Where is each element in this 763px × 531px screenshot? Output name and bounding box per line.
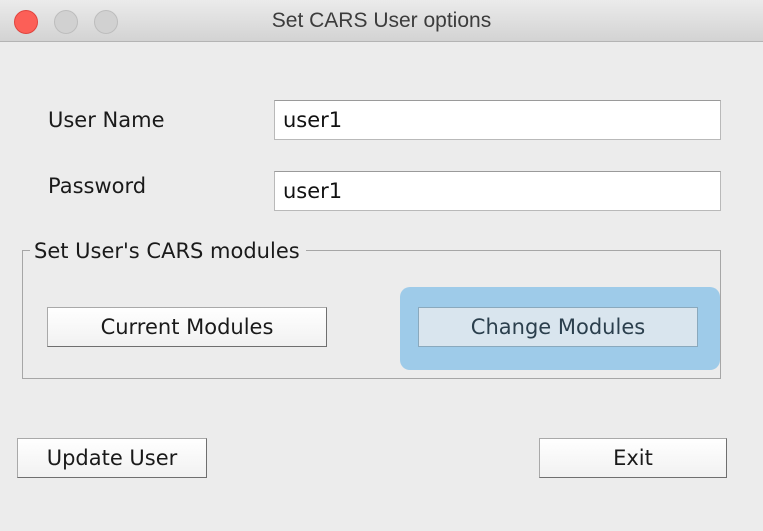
options-window: Set CARS User options User Name Password… (0, 0, 763, 531)
change-modules-button[interactable]: Change Modules (418, 307, 698, 347)
title-bar[interactable]: Set CARS User options (0, 0, 763, 42)
exit-button[interactable]: Exit (539, 438, 727, 478)
update-user-button[interactable]: Update User (17, 438, 207, 478)
username-label: User Name (48, 108, 165, 132)
close-window-icon[interactable] (14, 10, 38, 34)
current-modules-button[interactable]: Current Modules (47, 307, 327, 347)
minimize-window-icon (54, 10, 78, 34)
username-field[interactable] (274, 100, 721, 140)
modules-group-legend: Set User's CARS modules (30, 238, 306, 264)
password-label: Password (48, 174, 147, 198)
password-field[interactable] (274, 171, 721, 211)
zoom-window-icon (94, 10, 118, 34)
